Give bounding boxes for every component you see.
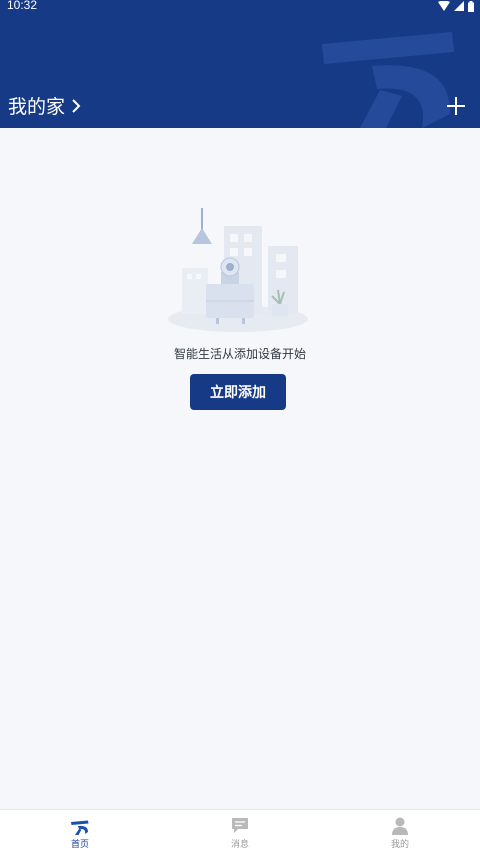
- tab-messages-label: 消息: [230, 840, 249, 850]
- tab-home-label: 首页: [70, 840, 89, 850]
- add-device-button[interactable]: 立即添加: [190, 374, 286, 410]
- home-logo-icon: [71, 820, 89, 835]
- tab-home[interactable]: 首页: [0, 810, 160, 854]
- chevron-right-icon: [72, 98, 81, 113]
- add-icon[interactable]: [444, 94, 468, 118]
- wifi-icon: [438, 1, 450, 11]
- bottom-tab-bar: 首页 消息 我的: [0, 809, 480, 854]
- home-name: 我的家: [8, 96, 66, 118]
- empty-devices-illustration: [168, 208, 308, 332]
- signal-icon: [454, 1, 464, 11]
- tab-messages[interactable]: 消息: [160, 810, 320, 854]
- message-icon: [232, 818, 248, 833]
- status-bar: 10:32: [0, 0, 480, 14]
- profile-icon: [392, 817, 408, 835]
- battery-icon: [468, 0, 474, 12]
- status-icons: [438, 0, 474, 12]
- empty-state-message: 智能生活从添加设备开始: [173, 347, 306, 361]
- status-time: 10:32: [7, 0, 38, 12]
- app-header: 10:32 我的家: [0, 0, 480, 128]
- tab-profile-label: 我的: [390, 840, 409, 850]
- home-selector[interactable]: 我的家: [8, 92, 81, 119]
- tab-profile[interactable]: 我的: [320, 810, 480, 854]
- main-content: 智能生活从添加设备开始 立即添加: [0, 128, 480, 809]
